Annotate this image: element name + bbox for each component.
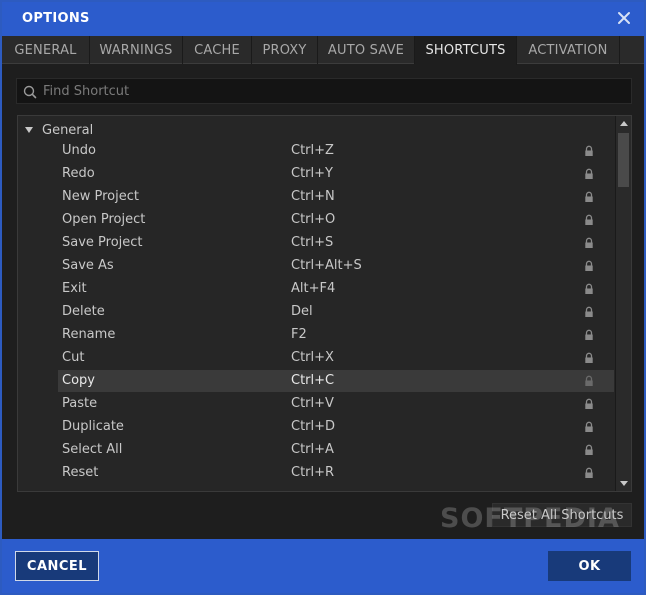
shortcut-keys: Del — [291, 304, 313, 319]
vertical-scrollbar[interactable] — [615, 116, 631, 491]
shortcut-row-undo[interactable]: Undo Ctrl+Z — [58, 140, 614, 162]
tab-warnings[interactable]: WARNINGS — [90, 36, 183, 64]
lock-icon — [585, 329, 593, 340]
shortcut-keys: Ctrl+X — [291, 350, 334, 365]
shortcut-row-new-project[interactable]: New Project Ctrl+N — [58, 186, 614, 208]
options-dialog: OPTIONS GENERAL WARNINGS CACHE PROXY AUT… — [0, 0, 646, 595]
tab-activation[interactable]: ACTIVATION — [517, 36, 620, 64]
shortcut-row-reset[interactable]: Reset Ctrl+R — [58, 462, 614, 484]
shortcut-keys: Ctrl+D — [291, 419, 336, 434]
tab-general[interactable]: GENERAL — [2, 36, 90, 64]
tab-auto-save[interactable]: AUTO SAVE — [318, 36, 415, 64]
lock-icon — [585, 260, 593, 271]
lock-icon — [585, 306, 593, 317]
shortcut-row-delete[interactable]: Delete Del — [58, 301, 614, 323]
shortcut-row-save-as[interactable]: Save As Ctrl+Alt+S — [58, 255, 614, 277]
lock-icon — [585, 191, 593, 202]
shortcut-list: General Undo Ctrl+Z Redo Ctrl+Y New Proj… — [17, 115, 632, 492]
lock-icon — [585, 375, 593, 386]
tab-shortcuts[interactable]: SHORTCUTS — [415, 36, 517, 65]
shortcut-keys: Ctrl+Y — [291, 166, 333, 181]
shortcut-keys: Ctrl+C — [291, 373, 335, 388]
lock-icon — [585, 421, 593, 432]
search-icon — [23, 85, 37, 99]
shortcut-name: Exit — [62, 281, 87, 296]
reset-all-shortcuts-button[interactable]: Reset All Shortcuts — [492, 503, 632, 527]
shortcut-name: New Project — [62, 189, 139, 204]
group-general[interactable]: General — [18, 120, 614, 140]
lock-icon — [585, 467, 593, 478]
shortcut-keys: Ctrl+N — [291, 189, 335, 204]
search-input[interactable] — [43, 82, 623, 101]
lock-icon — [585, 352, 593, 363]
scroll-down-arrow-icon[interactable] — [619, 478, 629, 488]
shortcut-name: Delete — [62, 304, 105, 319]
shortcut-name: Duplicate — [62, 419, 124, 434]
lock-icon — [585, 237, 593, 248]
close-button[interactable] — [612, 6, 636, 30]
scroll-up-arrow-icon[interactable] — [619, 119, 629, 129]
shortcut-keys: Ctrl+R — [291, 465, 335, 480]
shortcut-row-rename[interactable]: Rename F2 — [58, 324, 614, 346]
shortcut-row-exit[interactable]: Exit Alt+F4 — [58, 278, 614, 300]
lock-icon — [585, 398, 593, 409]
search-box — [16, 78, 632, 104]
close-icon — [618, 12, 630, 24]
shortcut-name: Cut — [62, 350, 85, 365]
lock-icon — [585, 145, 593, 156]
lock-icon — [585, 444, 593, 455]
title-bar: OPTIONS — [2, 2, 644, 36]
lock-icon — [585, 283, 593, 294]
shortcut-name: Redo — [62, 166, 95, 181]
expand-triangle-icon — [25, 127, 33, 133]
shortcut-name: Select All — [62, 442, 123, 457]
shortcut-keys: Ctrl+S — [291, 235, 334, 250]
shortcut-name: Rename — [62, 327, 116, 342]
lock-icon — [585, 214, 593, 225]
scrollbar-thumb[interactable] — [618, 133, 629, 187]
shortcut-keys: Ctrl+V — [291, 396, 334, 411]
shortcut-name: Copy — [62, 373, 95, 388]
shortcut-keys: F2 — [291, 327, 307, 342]
shortcut-keys: Ctrl+Z — [291, 143, 334, 158]
tab-bar: GENERAL WARNINGS CACHE PROXY AUTO SAVE S… — [2, 36, 644, 65]
shortcut-row-duplicate[interactable]: Duplicate Ctrl+D — [58, 416, 614, 438]
shortcut-name: Save Project — [62, 235, 143, 250]
shortcut-row-save-project[interactable]: Save Project Ctrl+S — [58, 232, 614, 254]
shortcut-keys: Ctrl+O — [291, 212, 336, 227]
shortcut-name: Undo — [62, 143, 96, 158]
shortcut-keys: Ctrl+A — [291, 442, 334, 457]
shortcut-name: Save As — [62, 258, 114, 273]
shortcut-row-paste[interactable]: Paste Ctrl+V — [58, 393, 614, 415]
tab-proxy[interactable]: PROXY — [252, 36, 318, 64]
shortcut-row-copy[interactable]: Copy Ctrl+C — [58, 370, 614, 392]
shortcut-row-select-all[interactable]: Select All Ctrl+A — [58, 439, 614, 461]
shortcut-keys: Alt+F4 — [291, 281, 336, 296]
ok-button[interactable]: OK — [548, 551, 631, 581]
dialog-footer: CANCEL OK — [2, 539, 644, 593]
shortcut-row-redo[interactable]: Redo Ctrl+Y — [58, 163, 614, 185]
shortcut-name: Open Project — [62, 212, 146, 227]
group-label: General — [42, 122, 94, 138]
tab-cache[interactable]: CACHE — [183, 36, 252, 64]
cancel-button[interactable]: CANCEL — [15, 551, 99, 581]
shortcut-name: Paste — [62, 396, 98, 411]
lock-icon — [585, 168, 593, 179]
shortcut-row-open-project[interactable]: Open Project Ctrl+O — [58, 209, 614, 231]
shortcut-keys: Ctrl+Alt+S — [291, 258, 362, 273]
shortcut-row-cut[interactable]: Cut Ctrl+X — [58, 347, 614, 369]
dialog-title: OPTIONS — [22, 11, 90, 26]
shortcut-name: Reset — [62, 465, 99, 480]
